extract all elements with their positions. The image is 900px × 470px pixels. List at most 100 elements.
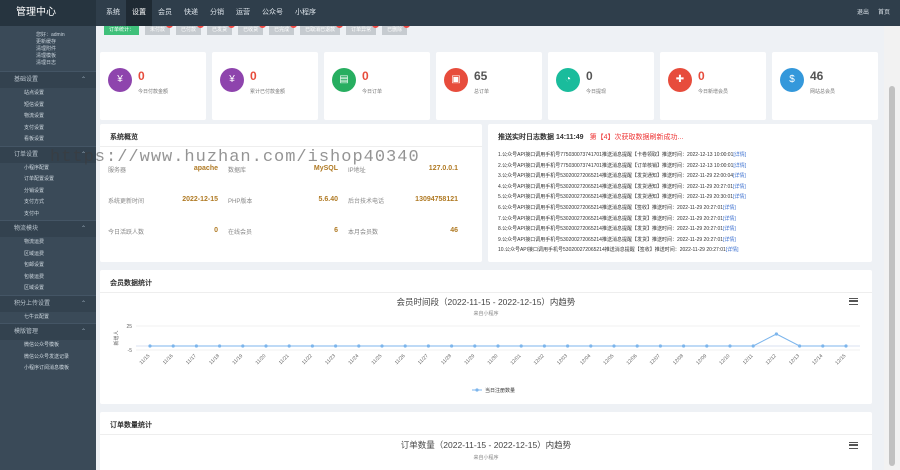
top-right-link[interactable]: 首页 <box>878 0 890 26</box>
brand-title[interactable]: 管理中心 <box>0 0 96 26</box>
x-tick-label: 12/13 <box>788 353 801 366</box>
order-filter-chip[interactable]: 已取消已退款 <box>300 26 344 35</box>
log-detail-link[interactable]: [详情] <box>726 247 739 253</box>
scrollbar[interactable] <box>884 26 900 470</box>
x-tick-label: 12/05 <box>602 353 615 366</box>
sidebar-item[interactable]: 看板设置 <box>0 134 96 146</box>
sidebar-item[interactable]: 分销设置 <box>0 186 96 198</box>
sidebar-section-header[interactable]: 积分上传设置 ⌃ <box>0 294 96 312</box>
sidebar-item[interactable]: 物流运费 <box>0 237 96 249</box>
stat-card[interactable]: ✚ 0 今日新增会员 <box>660 52 766 120</box>
sidebar-item[interactable]: 短信设置 <box>0 100 96 112</box>
member-line-chart: 25 -5 新增人 11/15 11/16 11/17 11/18 11/19 11/20 11/… <box>113 324 860 394</box>
top-nav-item[interactable]: 设置 <box>126 0 152 26</box>
order-filter-label: 已取消已退款 <box>305 27 336 33</box>
user-info-line[interactable]: 清理附件 <box>36 46 96 53</box>
log-detail-link[interactable]: [详情] <box>733 163 746 169</box>
sidebar-section-header[interactable]: 模版管理 ⌃ <box>0 323 96 340</box>
log-line: 1.公众号API接口调用手机号775030073741701推送消息提醒【卡卷领… <box>498 150 878 161</box>
sidebar-item[interactable]: 包邮设置 <box>0 260 96 272</box>
sidebar-item[interactable]: 订单配置设置 <box>0 174 96 186</box>
sidebar-item[interactable]: 微信公众号模板 <box>0 340 96 352</box>
stat-card[interactable]: ¥0 累计已付款金额 <box>212 52 318 120</box>
stat-card[interactable]: ▣ 65 总订单 <box>436 52 542 120</box>
sidebar-item[interactable]: 微信公众号发送记录 <box>0 352 96 364</box>
sidebar-item[interactable]: 七牛云配置 <box>0 312 96 324</box>
sidebar-section: 模版管理 ⌃ 微信公众号模板 微信公众号发送记录 小程序订阅消息模板 <box>0 323 96 375</box>
log-detail-link[interactable]: [详情] <box>733 184 746 190</box>
top-nav-item[interactable]: 小程序 <box>289 0 322 26</box>
user-info-line[interactable]: 清理模板 <box>36 53 96 60</box>
sidebar-section-title: 订单设置 <box>14 151 39 158</box>
x-tick-label: 11/25 <box>371 353 384 366</box>
sidebar-item[interactable]: 区域设置 <box>0 283 96 295</box>
log-detail-link[interactable]: [详情] <box>733 194 746 200</box>
user-info-line[interactable]: 清理日志 <box>36 60 96 67</box>
order-filter-label: 已完成 <box>274 27 290 33</box>
top-nav-item[interactable]: 运营 <box>230 0 256 26</box>
sidebar-item[interactable]: 区域运费 <box>0 249 96 261</box>
top-right-links: 退出 首页 <box>857 0 890 26</box>
top-nav-item[interactable]: 系统 <box>100 0 126 26</box>
order-filter-label: 未付款 <box>150 27 166 33</box>
system-info-key: PHP版本 <box>228 199 253 205</box>
data-point <box>496 344 500 348</box>
sidebar-section-title: 模版管理 <box>14 329 39 335</box>
sidebar-section-title: 基础设置 <box>14 77 39 83</box>
stat-cards: ¥0 今日付款金额 ¥0 累计已付款金额 ▤ 0 今日订单 ▣ 65 总订单 ◔ 0 今日提现 ✚ 0 今日新… <box>100 52 878 120</box>
data-point <box>612 344 616 348</box>
log-detail-link[interactable]: [详情] <box>723 226 736 232</box>
user-info-line[interactable]: 更新缓存 <box>36 39 96 46</box>
log-line: 5.公众号API接口调用手机号530200272065214推送消息提醒【发货通… <box>498 192 878 203</box>
order-filter-chip[interactable]: 已完成 <box>269 26 298 35</box>
log-detail-link[interactable]: [详情] <box>723 216 736 222</box>
order-filter-chip[interactable]: 已发货 <box>207 26 236 35</box>
sidebar-item[interactable]: 小程序订阅消息模板 <box>0 363 96 375</box>
stat-label: 总订单 <box>474 89 490 95</box>
x-tick-label: 11/29 <box>463 353 476 366</box>
stat-card[interactable]: ¥0 今日付款金额 <box>100 52 206 120</box>
order-filter-chip[interactable]: 已付款 <box>176 26 205 35</box>
sidebar-item[interactable]: 物流设置 <box>0 111 96 123</box>
order-filter-chip[interactable]: 未付款 <box>145 26 174 35</box>
sidebar-item[interactable]: 支付设置 <box>0 123 96 135</box>
order-filter-chip[interactable]: 订单异常 <box>346 26 380 35</box>
sidebar-section: 物流模块 ⌃ 物流运费 区域运费 包邮设置 包装运费 区域设置 <box>0 220 96 295</box>
push-log-title: 推送实时日志数据 14:11:49 <box>498 134 584 141</box>
system-info-key: 今日活跃人数 <box>108 230 145 236</box>
log-detail-link[interactable]: [详情] <box>733 152 746 158</box>
sidebar-item[interactable]: 包装运费 <box>0 272 96 284</box>
log-text: 8.公众号API接口调用手机号530200272065214推送消息提醒【发货】… <box>498 226 724 233</box>
order-filter-chip[interactable]: 订单统计： <box>104 26 140 35</box>
order-filter-chip[interactable]: 已收货 <box>238 26 267 35</box>
stat-card[interactable]: ◔ 0 今日提现 <box>548 52 654 120</box>
user-info-line: 您好：admin <box>36 32 65 38</box>
sidebar-item[interactable]: 支付中 <box>0 209 96 221</box>
top-nav-item[interactable]: 快递 <box>178 0 204 26</box>
sidebar-item[interactable]: 支付方式 <box>0 197 96 209</box>
log-detail-link[interactable]: [详情] <box>723 237 736 243</box>
chart-menu-icon[interactable] <box>849 442 858 449</box>
top-nav-item[interactable]: 分销 <box>204 0 230 26</box>
top-right-link[interactable]: 退出 <box>857 0 869 26</box>
top-nav-item[interactable]: 会员 <box>152 0 178 26</box>
x-tick-label: 12/01 <box>510 353 523 366</box>
system-info-cell: 系统更新时间 2022-12-15 <box>108 196 228 205</box>
stat-card[interactable]: $46 网站总会员 <box>772 52 878 120</box>
system-info-key: 本月会员数 <box>348 230 379 236</box>
count-badge <box>336 26 344 28</box>
count-badge <box>228 26 236 28</box>
scrollbar-thumb[interactable] <box>889 86 895 466</box>
stat-card[interactable]: ▤ 0 今日订单 <box>324 52 430 120</box>
order-filter-chip[interactable]: 已删除 <box>382 26 411 35</box>
log-text: 6.公众号API接口调用手机号530200272065214推送消息提醒【签收】… <box>498 204 724 211</box>
log-text: 4.公众号API接口调用手机号530200272065214推送消息提醒【发货通… <box>498 183 734 190</box>
top-nav-item[interactable]: 公众号 <box>256 0 289 26</box>
log-detail-link[interactable]: [详情] <box>723 205 736 211</box>
sidebar-item[interactable]: 站点设置 <box>0 88 96 100</box>
log-detail-link[interactable]: [详情] <box>733 173 746 179</box>
x-tick-label: 12/07 <box>649 353 662 366</box>
count-badge <box>403 26 411 28</box>
sidebar-section-header[interactable]: 基础设置 ⌃ <box>0 71 96 88</box>
sidebar-section-header[interactable]: 物流模块 ⌃ <box>0 220 96 237</box>
